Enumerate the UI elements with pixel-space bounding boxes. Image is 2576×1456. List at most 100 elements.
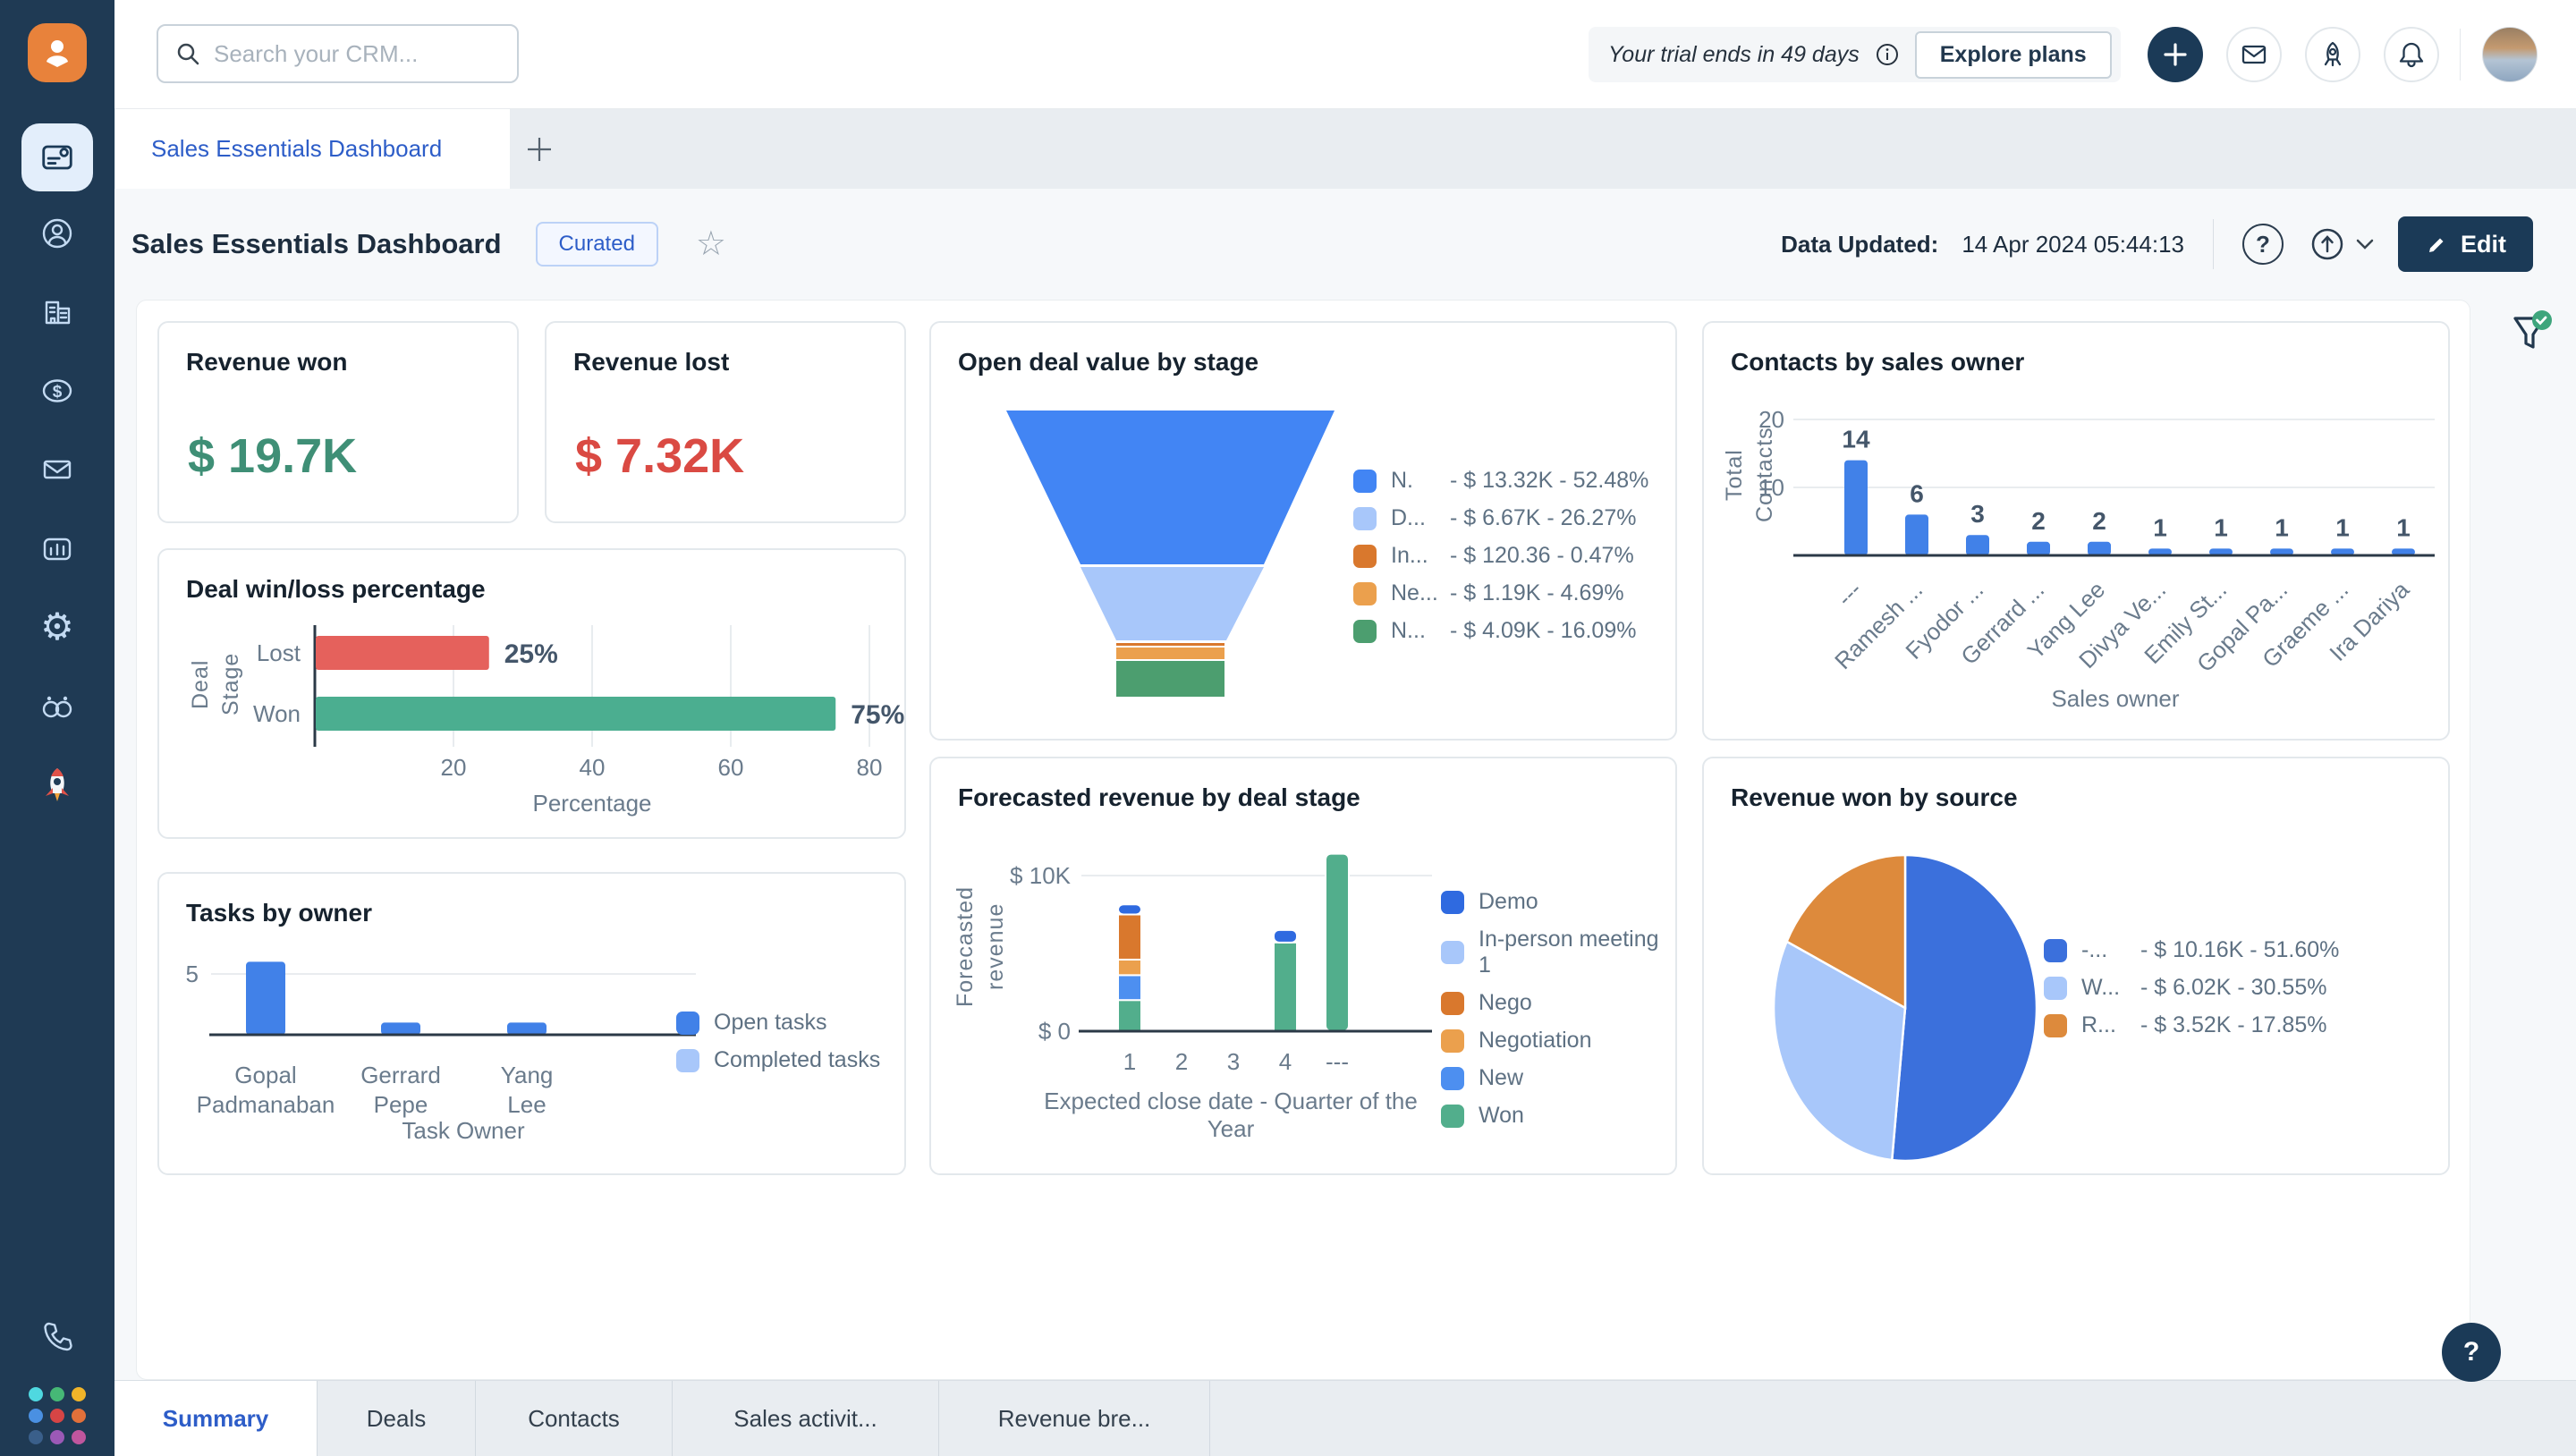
inbox-button[interactable] xyxy=(2226,27,2282,82)
tab-deals[interactable]: Deals xyxy=(318,1381,476,1456)
legend-item: N. - $ 13.32K - 52.48% xyxy=(1353,468,1648,494)
contacts-by-owner-chart: 10201463 2 2 1 1 1 1 1---Ramesh ...Fyodor ...Ge… xyxy=(1758,406,2435,677)
building-icon xyxy=(45,301,71,325)
card-forecasted-revenue: Forecasted revenue by deal stage $ 10K $ … xyxy=(929,757,1677,1175)
dashboard-tab-strip: Sales Essentials Dashboard xyxy=(114,109,2576,189)
legend-item: W... - $ 6.02K - 30.55% xyxy=(2044,975,2339,1001)
sidebar-item-email[interactable] xyxy=(0,450,114,489)
explore-plans-button[interactable]: Explore plans xyxy=(1914,30,2112,79)
chart-text: 2 xyxy=(2092,507,2106,535)
tab-sales-essentials-dashboard[interactable]: Sales Essentials Dashboard xyxy=(115,109,510,189)
bell-icon xyxy=(2399,42,2424,68)
legend-value: - $ 1.19K - 4.69% xyxy=(1450,580,1624,605)
chart-text: Gerrard Pepe xyxy=(360,1062,441,1118)
data-updated-label: Data Updated: xyxy=(1781,230,1939,258)
sidebar-item-dashboard[interactable] xyxy=(21,123,93,191)
bar xyxy=(2027,541,2050,555)
legend-value: - $ 3.52K - 17.85% xyxy=(2140,1012,2327,1037)
chart-text: 60 xyxy=(718,754,744,781)
chart-text: 14 xyxy=(1842,426,1870,453)
edit-button[interactable]: Edit xyxy=(2398,216,2533,272)
sidebar-item-settings[interactable]: ⚙ xyxy=(0,608,114,646)
card-revenue-won: Revenue won $ 19.7K xyxy=(157,321,519,523)
user-avatar[interactable] xyxy=(2482,27,2538,82)
chart-text: 1 xyxy=(1123,1048,1136,1075)
curated-badge: Curated xyxy=(535,222,658,267)
dashboard-filter-button[interactable] xyxy=(2504,308,2558,361)
data-updated-value: 14 Apr 2024 05:44:13 xyxy=(1962,230,2184,258)
header-divider xyxy=(2213,219,2214,269)
legend-label: -... xyxy=(2081,937,2108,962)
legend-item: In-person meeting 1 xyxy=(1441,927,1675,978)
bar-segment xyxy=(1273,928,1298,944)
chart-text: 20 xyxy=(441,754,467,781)
dashboard-icon xyxy=(42,145,72,170)
export-control[interactable] xyxy=(2307,224,2375,265)
help-fab-button[interactable]: ? xyxy=(2442,1323,2501,1382)
quick-add-button[interactable] xyxy=(2148,27,2203,82)
notifications-button[interactable] xyxy=(2384,27,2439,82)
legend-swatch xyxy=(2044,1013,2067,1037)
legend-label: Nego xyxy=(1479,990,1532,1015)
sidebar-item-deals[interactable]: $ xyxy=(0,371,114,411)
legend-swatch xyxy=(1441,991,1464,1015)
legend-label: In... xyxy=(1391,543,1428,568)
tab-summary[interactable]: Summary xyxy=(114,1381,318,1456)
x-axis-label: Task Owner xyxy=(402,1117,525,1144)
legend-swatch xyxy=(1441,1066,1464,1090)
chart-text: 1 xyxy=(2153,513,2167,541)
sidebar-item-accounts[interactable] xyxy=(0,292,114,332)
tab-contacts[interactable]: Contacts xyxy=(476,1381,673,1456)
chart-text: $ 0 xyxy=(1038,1018,1071,1045)
legend-label: Completed tasks xyxy=(714,1047,881,1072)
bar xyxy=(316,697,836,731)
legend-swatch xyxy=(2044,976,2067,1000)
freshworks-logo[interactable] xyxy=(28,23,87,82)
legend-label: Negotiation xyxy=(1479,1028,1592,1053)
chart-text: Lost xyxy=(257,639,301,666)
chart-text: 40 xyxy=(580,754,606,781)
bar xyxy=(1905,514,1928,555)
info-icon[interactable] xyxy=(1874,41,1901,68)
tab-sales-activities[interactable]: Sales activit... xyxy=(673,1381,939,1456)
legend-label: W... xyxy=(2081,975,2121,1000)
legend-swatch xyxy=(1353,469,1377,493)
legend-swatch xyxy=(1441,1104,1464,1128)
sidebar-item-phone[interactable] xyxy=(0,1316,114,1357)
search-input[interactable] xyxy=(214,39,482,68)
funnel-stage xyxy=(1080,567,1264,640)
tab-revenue-breakdown[interactable]: Revenue bre... xyxy=(939,1381,1210,1456)
legend-swatch xyxy=(1353,581,1377,605)
bar xyxy=(381,1022,420,1035)
help-icon[interactable]: ? xyxy=(2242,224,2284,265)
phone-icon xyxy=(44,1322,72,1351)
legend-value: - $ 13.32K - 52.48% xyxy=(1450,468,1649,493)
bar xyxy=(316,636,489,670)
legend-label: R... xyxy=(2081,1012,2116,1037)
sidebar-item-freddy-ai[interactable] xyxy=(0,687,114,726)
card-revenue-by-source: Revenue won by source -... - $ 10.16K - 5… xyxy=(1702,757,2450,1175)
bar-segment xyxy=(1117,903,1142,916)
chart-text: 6 xyxy=(1910,479,1924,507)
tab-label: Sales Essentials Dashboard xyxy=(151,135,443,162)
bar-segment xyxy=(1273,941,1298,1033)
sidebar-item-analytics[interactable] xyxy=(0,529,114,569)
chart-text: 4 xyxy=(1279,1048,1292,1075)
topbar: Your trial ends in 49 days Explore plans xyxy=(114,0,2576,109)
search-box[interactable] xyxy=(157,24,519,83)
legend-item: New xyxy=(1441,1065,1675,1091)
bar-chart-icon xyxy=(43,538,72,561)
legend-label: N. xyxy=(1391,468,1413,493)
sidebar-item-contacts[interactable] xyxy=(0,214,114,253)
legend-label: In-person meeting 1 xyxy=(1479,927,1659,978)
add-tab-button[interactable] xyxy=(519,129,560,170)
funnel-stage xyxy=(1116,648,1224,659)
sidebar-item-rocket[interactable] xyxy=(0,764,114,807)
sidebar-item-apps-grid[interactable] xyxy=(0,1387,114,1444)
chart-text: 75% xyxy=(851,700,904,730)
whats-new-button[interactable] xyxy=(2305,27,2360,82)
crm-dashboard-page: { "topbar": { "search_placeholder": "Sea… xyxy=(0,0,2576,1456)
search-icon xyxy=(177,43,199,65)
trial-text: Your trial ends in 49 days xyxy=(1608,41,1860,67)
favorite-star-icon[interactable]: ☆ xyxy=(696,227,726,261)
